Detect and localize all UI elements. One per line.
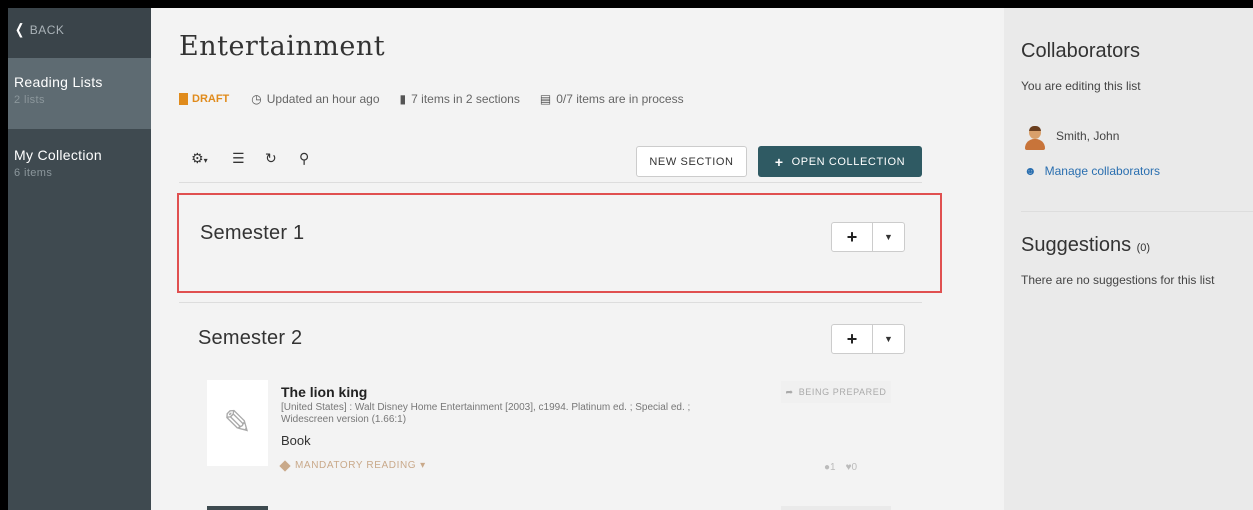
status-badge: ➦ BEING PREPARED — [781, 381, 891, 403]
manage-collaborators-label: Manage collaborators — [1044, 164, 1161, 178]
status-label: BEING PREPARED — [798, 387, 887, 397]
items-text: 7 items in 2 sections — [411, 92, 520, 106]
nav-item-reading-lists[interactable]: Reading Lists 2 lists — [8, 58, 151, 129]
search-icon[interactable]: ⚲ — [299, 150, 309, 167]
suggestions-count: (0) — [1136, 242, 1151, 254]
item-thumbnail — [207, 506, 268, 510]
list-view-icon[interactable]: ☰ — [232, 150, 245, 167]
dropdown-toggle[interactable]: ▼ — [873, 325, 904, 353]
list-item[interactable]: Follow me through a wild animal kingdom — [207, 500, 897, 510]
avatar — [1024, 126, 1046, 150]
editing-text: You are editing this list — [1021, 79, 1141, 93]
plus-icon: + — [774, 153, 784, 170]
chevron-left-icon: ❮ — [15, 22, 25, 38]
back-button[interactable]: ❮ BACK — [8, 8, 151, 58]
document-icon — [179, 93, 188, 105]
new-section-button[interactable]: NEW SECTION — [636, 146, 747, 177]
status-badge — [781, 506, 891, 510]
section-title: Semester 2 — [198, 327, 303, 349]
main-content: Entertainment DRAFT ◷ Updated an hour ag… — [151, 8, 1004, 510]
dropdown-toggle[interactable]: ▼ — [873, 223, 904, 251]
book-icon: ▮ — [399, 92, 407, 106]
nav-item-label: Reading Lists — [14, 74, 103, 90]
no-suggestions-text: There are no suggestions for this list — [1021, 273, 1215, 287]
updated-text: Updated an hour ago — [266, 92, 380, 106]
gear-icon[interactable]: ⚙▾ — [191, 150, 208, 167]
nav-item-count: 2 lists — [14, 94, 45, 106]
item-title[interactable]: The lion king — [281, 384, 367, 400]
collaborators-title: Collaborators — [1021, 40, 1140, 62]
toolbar: ⚙▾ ☰ ↻ ⚲ NEW SECTION + OPEN COLLECTION — [179, 143, 922, 183]
app-frame: ❮ BACK Reading Lists 2 lists My Collecti… — [8, 8, 1253, 510]
section-add-split-button: + ▼ — [831, 324, 905, 354]
section-title: Semester 1 — [200, 222, 305, 244]
comment-count[interactable]: ●1 — [824, 462, 836, 473]
nav-item-my-collection[interactable]: My Collection 6 items — [8, 129, 151, 191]
manage-collaborators-link[interactable]: ☻ Manage collaborators — [1024, 164, 1160, 178]
clock-icon: ◷ — [251, 92, 262, 106]
status-label: DRAFT — [192, 93, 230, 105]
list-icon: ▤ — [539, 92, 552, 106]
item-title[interactable]: Follow me through a wild animal kingdom — [281, 500, 581, 508]
nav-item-label: My Collection — [14, 147, 102, 163]
nav-item-count: 6 items — [14, 167, 53, 179]
section-semester-1: Semester 1 + ▼ — [177, 193, 942, 293]
like-count[interactable]: ♥0 — [846, 462, 858, 473]
updated-info: ◷ Updated an hour ago — [251, 92, 379, 106]
section-add-split-button: + ▼ — [831, 222, 905, 252]
back-label: BACK — [29, 23, 65, 37]
items-info: ▮ 7 items in 2 sections — [400, 92, 520, 106]
share-icon: ➦ — [785, 386, 794, 397]
suggestions-title: Suggestions (0) — [1021, 234, 1150, 257]
book-thumbnail-icon: ✎ — [207, 380, 268, 466]
item-description: [United States] : Walt Disney Home Enter… — [281, 402, 691, 425]
suggestions-title-text: Suggestions — [1021, 234, 1132, 256]
refresh-icon[interactable]: ↻ — [265, 150, 277, 167]
collaborator-name: Smith, John — [1056, 129, 1120, 143]
right-panel: Collaborators You are editing this list … — [1004, 8, 1253, 510]
add-item-button[interactable]: + — [832, 325, 873, 353]
caret-down-icon: ▾ — [420, 460, 426, 471]
open-collection-button[interactable]: + OPEN COLLECTION — [758, 146, 922, 177]
tag-icon — [279, 459, 291, 472]
list-meta: DRAFT ◷ Updated an hour ago ▮ 7 items in… — [179, 92, 704, 106]
left-nav: ❮ BACK Reading Lists 2 lists My Collecti… — [8, 8, 151, 510]
section-divider — [179, 302, 922, 303]
users-icon: ☻ — [1024, 164, 1037, 178]
item-type: Book — [281, 433, 311, 448]
add-item-button[interactable]: + — [832, 223, 873, 251]
process-text: 0/7 items are in process — [556, 92, 684, 106]
panel-divider — [1021, 211, 1253, 212]
page-title: Entertainment — [179, 31, 386, 62]
item-counts: ●1 ♥0 — [824, 462, 857, 473]
status-badge: DRAFT — [179, 93, 229, 105]
open-collection-label: OPEN COLLECTION — [791, 155, 906, 168]
importance-tag[interactable]: MANDATORY READING ▾ — [279, 459, 426, 472]
list-item[interactable]: ✎ The lion king [United States] : Walt D… — [207, 380, 897, 480]
process-info: ▤ 0/7 items are in process — [540, 92, 684, 106]
tag-label: MANDATORY READING — [295, 460, 417, 471]
